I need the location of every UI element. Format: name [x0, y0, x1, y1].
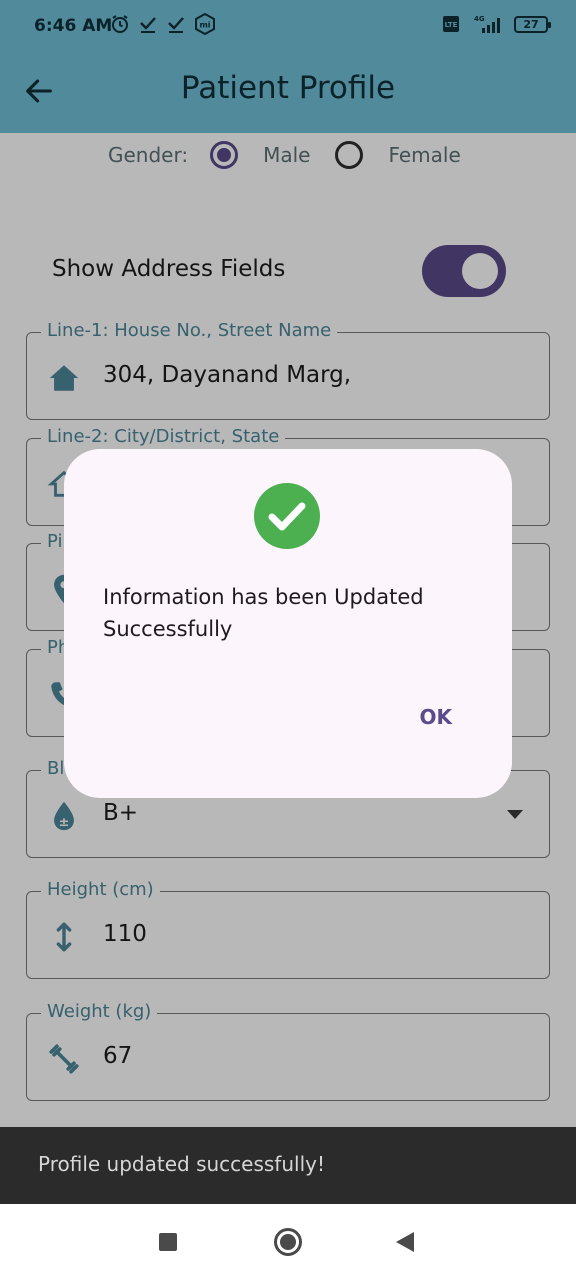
check-icon — [168, 17, 184, 33]
system-nav-bar — [0, 1204, 576, 1280]
page-title: Patient Profile — [180, 70, 396, 106]
volte-icon: LTE — [443, 16, 459, 32]
snackbar-text: Profile updated successfully! — [38, 1152, 325, 1176]
battery-icon: 27 — [514, 15, 551, 33]
svg-text:4G: 4G — [474, 15, 485, 23]
snackbar: Profile updated successfully! — [0, 1127, 576, 1204]
dialog-message: Information has been Updated Successfull… — [103, 585, 424, 641]
status-bar: 6:46 AM mi LTE 4G 27 — [0, 0, 576, 56]
success-dialog: Information has been Updated Successfull… — [64, 449, 512, 798]
signal-4g-icon: 4G — [474, 15, 500, 33]
back-icon[interactable] — [396, 1232, 414, 1252]
ok-button[interactable]: OK — [420, 705, 453, 729]
home-icon[interactable] — [274, 1228, 302, 1256]
recents-icon[interactable] — [159, 1233, 177, 1251]
svg-text:mi: mi — [199, 21, 210, 30]
svg-text:LTE: LTE — [445, 21, 458, 29]
status-time: 6:46 AM — [34, 16, 113, 36]
check-icon — [140, 17, 156, 33]
alarm-icon — [112, 15, 128, 33]
check-circle-icon — [254, 483, 320, 549]
app-bar: Patient Profile — [0, 56, 576, 133]
mi-icon: mi — [195, 13, 215, 35]
